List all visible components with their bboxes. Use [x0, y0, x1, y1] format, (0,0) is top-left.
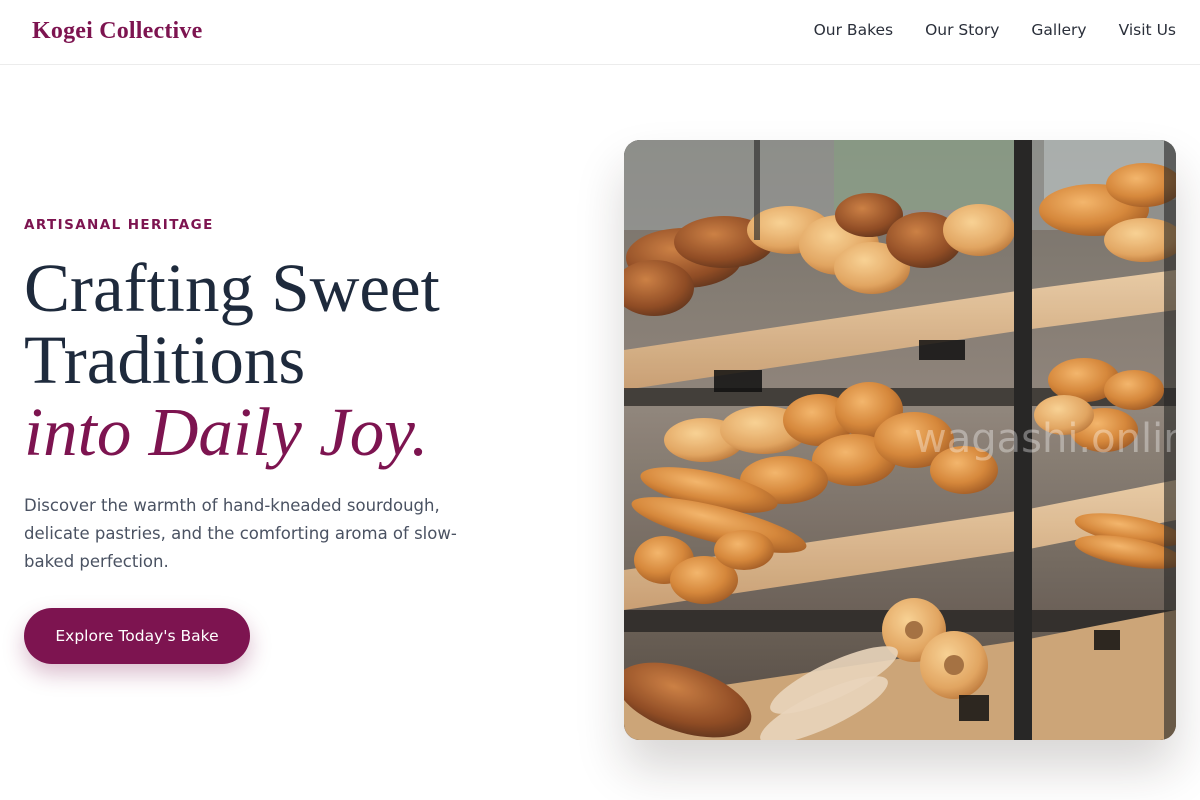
hero-headline: Crafting Sweet Traditions into Daily Joy… — [24, 252, 584, 468]
explore-todays-bake-button[interactable]: Explore Today's Bake — [24, 608, 250, 664]
nav-our-bakes[interactable]: Our Bakes — [814, 21, 894, 39]
nav-gallery[interactable]: Gallery — [1031, 21, 1086, 39]
hero-eyebrow: ARTISANAL HERITAGE — [24, 217, 214, 233]
nav-our-story[interactable]: Our Story — [925, 21, 999, 39]
site-header: Kogei Collective Our Bakes Our Story Gal… — [0, 0, 1200, 65]
headline-line-2: Traditions — [24, 322, 306, 398]
hero-image: wagashi.online — [624, 140, 1176, 740]
main-nav: Our Bakes Our Story Gallery Visit Us — [814, 21, 1176, 39]
hero-description: Discover the warmth of hand-kneaded sour… — [24, 496, 457, 571]
headline-accent: into Daily Joy. — [24, 394, 429, 470]
bakery-display-illustration: wagashi.online — [624, 140, 1176, 740]
watermark-text: wagashi.online — [914, 416, 1176, 462]
nav-visit-us[interactable]: Visit Us — [1119, 21, 1176, 39]
brand-logo[interactable]: Kogei Collective — [32, 18, 202, 45]
headline-line-1: Crafting Sweet — [24, 250, 440, 326]
